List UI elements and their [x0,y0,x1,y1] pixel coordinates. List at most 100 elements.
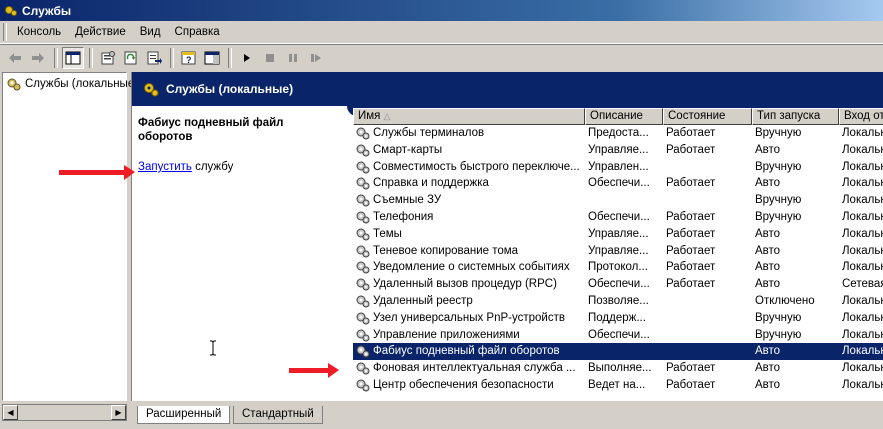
service-row[interactable]: Съемные ЗУ Вручную Локальн [353,192,883,209]
pause-icon [289,53,297,62]
start-service-button[interactable] [236,47,258,69]
service-row[interactable]: Управление приложениями Обеспечи... Вручну… [353,327,883,344]
service-name: Телефония [373,211,434,223]
service-cell-startup: Вручную [755,211,802,223]
window-title: Службы [22,3,72,18]
restart-icon [311,53,321,62]
service-cell-name: Удаленный реестр [355,293,584,310]
service-row[interactable]: Центр обеспечения безопасности Ведет на..… [353,377,883,394]
service-cell-state [666,159,751,176]
properties-icon [101,50,115,64]
help-icon: ? [181,51,196,65]
scroll-left-button[interactable]: ◀ [3,405,18,420]
toolbar-separator [228,47,232,68]
service-cell-logon: Локальн [842,227,883,240]
service-cell-name: Теневое копирование тома [355,243,584,260]
menu-action[interactable]: Действие [68,23,133,41]
service-cell-name: Совместимость быстрого переключе... [355,159,584,176]
menu-view[interactable]: Вид [133,23,168,41]
service-cell-startup: Авто [755,227,781,240]
selected-service-title: Фабиус подневный файл оборотов [138,117,284,143]
forward-button[interactable] [27,47,49,69]
tree-item-services-local[interactable]: Службы (локальные [6,76,134,92]
service-cell-logon: Локальн [842,261,883,274]
service-cell-startup: Авто [755,177,781,190]
service-gear-icon [356,312,370,325]
tab-extended[interactable]: Расширенный [137,406,231,424]
service-cell-startup: Авто [755,362,781,375]
service-cell-name: Справка и поддержка [355,175,584,192]
service-row[interactable]: Удаленный вызов процедур (RPC) Обеспечи..… [353,276,883,293]
column-header-log-on-as[interactable]: Вход от [839,108,883,125]
service-cell-desc: Протокол... [588,261,648,274]
service-cell-desc: Обеспечи... [588,177,650,190]
service-row[interactable]: Фабиус подневный файл оборотов Авто Локаль… [353,343,883,361]
details-pane: Службы (локальные) Фабиус подневный файл… [131,72,883,401]
service-row[interactable]: Смарт-карты Управляе... Работает Авто Локаль… [353,142,883,159]
show-hide-action-pane-button[interactable] [201,47,223,69]
restart-service-button[interactable] [305,47,327,69]
menu-help[interactable]: Справка [168,23,227,41]
service-gear-icon [356,278,370,291]
service-row[interactable]: Службы терминалов Предоста... Работает Вруч… [353,125,883,142]
service-cell-desc: Позволяе... [588,295,649,307]
stop-service-button[interactable] [259,47,281,69]
tree-horizontal-scrollbar[interactable]: ◀ ▶ [2,404,127,421]
service-name: Совместимость быстрого переключе... [373,160,580,173]
service-cell-state [666,310,751,327]
menu-console[interactable]: Консоль [10,23,68,41]
title-bar[interactable]: Службы [0,0,883,21]
services-list[interactable]: Имя △ Описание Состояние Тип запуска Вхо… [353,108,883,401]
service-row[interactable]: Темы Управляе... Работает Авто Локальн [353,226,883,243]
service-row[interactable]: Фоновая интеллектуальная служба ... Выпол… [353,360,883,377]
service-gear-icon [356,362,370,375]
toolbar: ? [0,44,883,70]
service-row[interactable]: Телефония Обеспечи... Работает Вручную Локал… [353,209,883,226]
show-console-tree-button[interactable] [62,46,84,69]
pause-service-button[interactable] [282,47,304,69]
service-cell-desc [588,192,662,209]
service-name: Смарт-карты [373,143,443,156]
service-name: Службы терминалов [373,127,485,139]
service-row[interactable]: Справка и поддержка Обеспечи... Работает Ав… [353,175,883,192]
refresh-icon [124,51,137,64]
service-cell-desc: Управляе... [588,244,649,257]
start-service-link[interactable]: Запустить [138,161,192,173]
service-cell-name: Фабиус подневный файл оборотов [355,343,584,360]
service-cell-logon: Локальн [842,311,883,324]
service-row[interactable]: Совместимость быстрого переключе... Управ… [353,159,883,176]
service-cell-startup: Авто [755,278,781,291]
annotation-arrow-start-link [59,165,135,180]
properties-button[interactable] [97,47,119,69]
back-button[interactable] [4,47,26,69]
export-list-button[interactable] [143,47,165,69]
service-row[interactable]: Узел универсальных PnP-устройств Поддерж.… [353,310,883,327]
help-button[interactable]: ? [178,47,200,69]
tab-standard[interactable]: Стандартный [233,406,323,424]
service-cell-state [666,192,751,209]
service-row[interactable]: Удаленный реестр Позволяе... Отключено Лока… [353,293,883,310]
refresh-button[interactable] [120,47,142,69]
menu-bar: Консоль Действие Вид Справка [0,21,883,44]
service-row[interactable]: Теневое копирование тома Управляе... Работ… [353,243,883,260]
console-tree-pane[interactable]: Службы (локальные [2,72,134,401]
scroll-right-button[interactable]: ▶ [111,405,126,420]
column-header-name[interactable]: Имя △ [353,108,585,125]
service-cell-desc [588,343,662,360]
service-cell-name: Смарт-карты [355,142,584,159]
column-header-startup-type[interactable]: Тип запуска [752,108,839,125]
service-cell-desc: Обеспечи... [588,211,650,223]
service-cell-logon: Локальн [842,362,883,375]
service-gear-icon [356,345,370,358]
service-cell-desc: Управляе... [588,227,649,240]
column-header-status[interactable]: Состояние [663,108,752,125]
service-gear-icon [356,194,370,207]
start-service-suffix: службу [191,161,234,173]
service-name: Центр обеспечения безопасности [373,379,554,391]
service-cell-logon: Локальн [842,194,883,207]
service-name: Теневое копирование тома [373,244,519,257]
service-row[interactable]: Уведомление о системных событиях Протокол… [353,259,883,276]
column-header-description[interactable]: Описание [585,108,663,125]
service-cell-startup: Авто [755,143,781,156]
service-cell-name: Центр обеспечения безопасности [355,377,584,394]
